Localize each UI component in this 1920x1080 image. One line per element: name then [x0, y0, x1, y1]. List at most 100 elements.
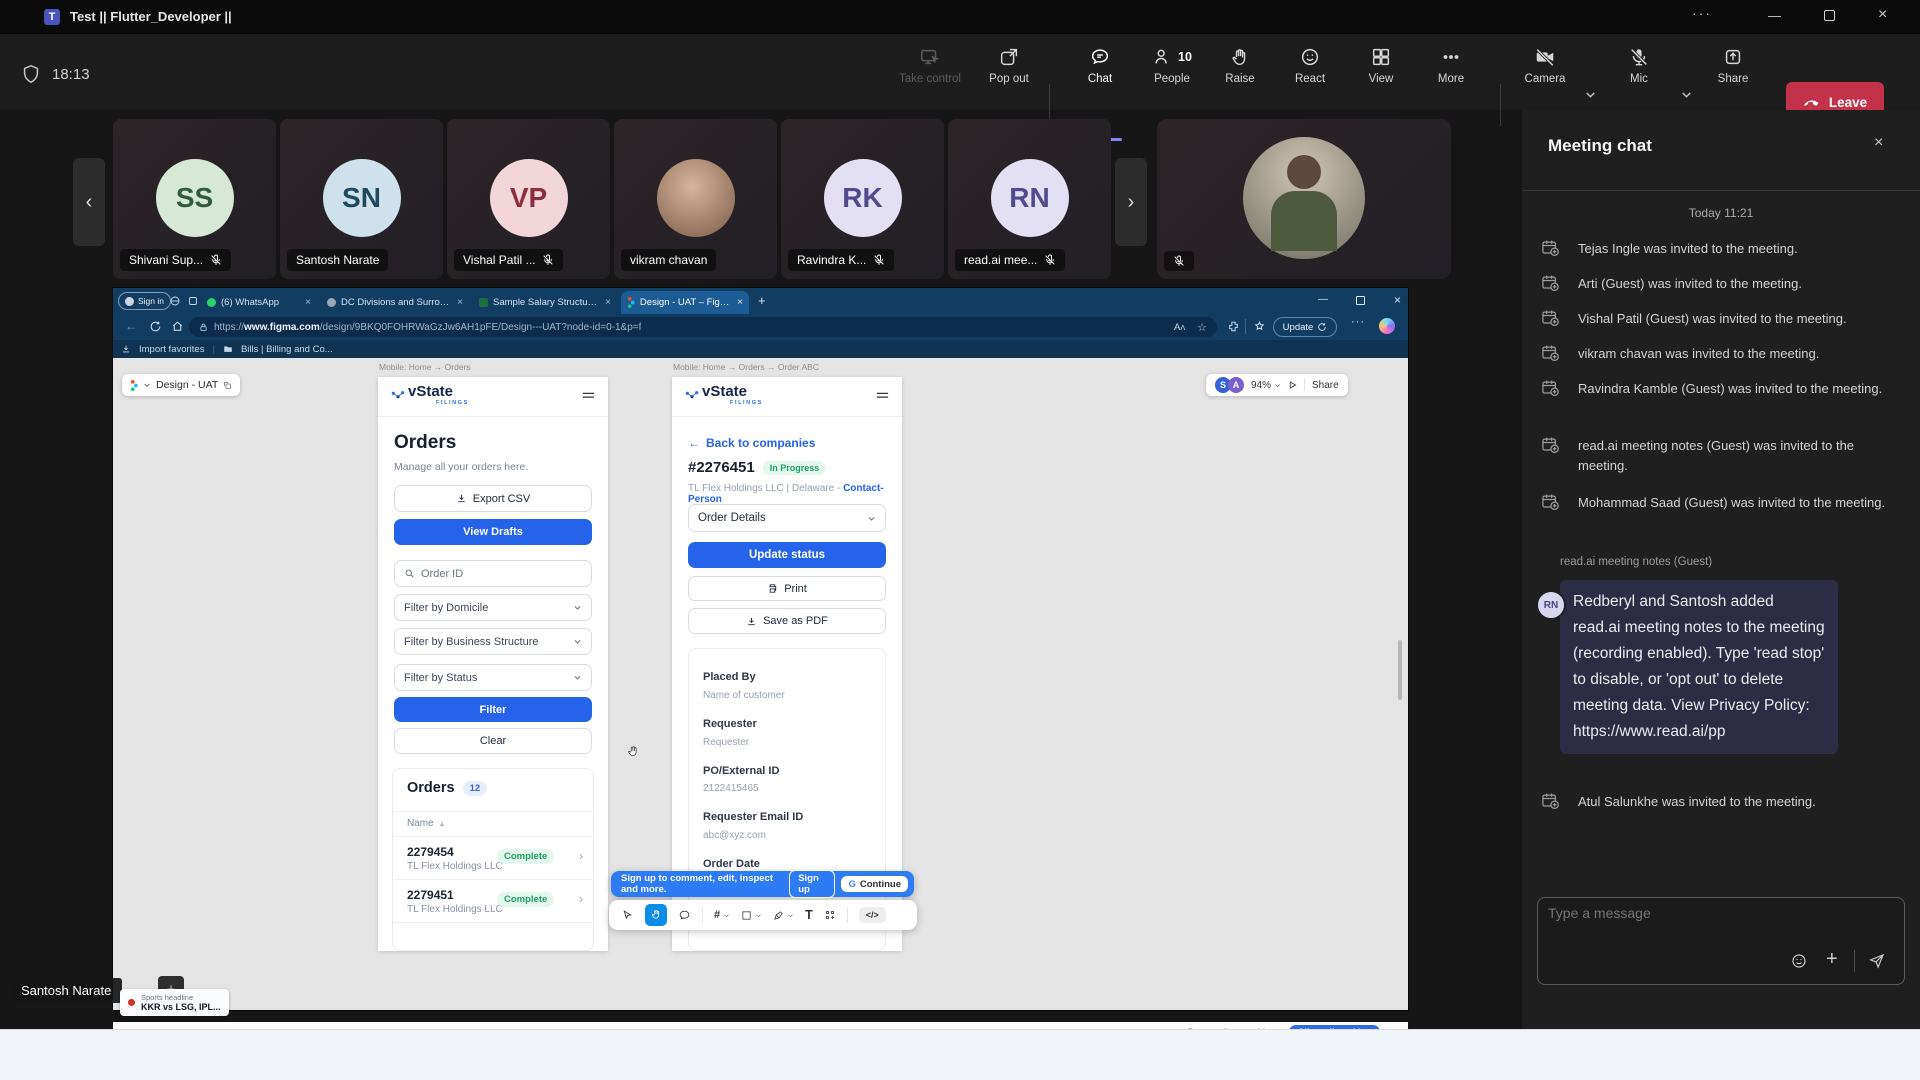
zoom-control[interactable]: 94%	[1251, 380, 1281, 391]
export-csv-button[interactable]: Export CSV	[394, 485, 592, 512]
comment-tool-icon[interactable]	[678, 909, 691, 922]
present-icon[interactable]	[1288, 380, 1297, 390]
address-bar[interactable]: https://www.figma.com/design/9BKQ0FOHRWa…	[189, 317, 1217, 337]
favorite-star-icon[interactable]: ☆	[1197, 321, 1207, 334]
browser-tab-salary-sheet[interactable]: Sample Salary Structure with calc ×	[473, 291, 617, 314]
view-button[interactable]: View	[1341, 46, 1421, 85]
browser-update-button[interactable]: Update	[1273, 317, 1337, 337]
tab-close-icon[interactable]: ×	[457, 297, 463, 308]
order-details-dropdown[interactable]: Order Details	[688, 504, 886, 532]
browser-tab-whatsapp[interactable]: (6) WhatsApp ×	[201, 291, 317, 314]
frame-breadcrumb[interactable]: Mobile: Home → Orders	[379, 362, 471, 372]
sports-headline-widget[interactable]: Sports headline KKR vs LSG, IPL...	[120, 989, 229, 1016]
design-frame-orders[interactable]: vState FILINGS Orders Manage all your or…	[378, 377, 608, 951]
tab-close-icon[interactable]: ×	[605, 297, 611, 308]
chat-message-bubble[interactable]: Redberyl and Santosh added read.ai meeti…	[1560, 580, 1838, 754]
duplicate-icon[interactable]	[223, 381, 232, 390]
text-tool-icon[interactable]: T	[805, 908, 813, 922]
column-header-name[interactable]: Name	[407, 818, 446, 829]
send-icon[interactable]	[1868, 952, 1886, 970]
browser-maximize-icon[interactable]	[1356, 296, 1365, 305]
home-icon[interactable]	[171, 320, 184, 333]
participant-tile[interactable]: vikram chavan	[614, 119, 777, 279]
more-button[interactable]: More	[1411, 46, 1491, 85]
participant-tile[interactable]: SN Santosh Narate	[280, 119, 443, 279]
close-button[interactable]: ×	[1878, 6, 1887, 24]
bookmark-import-favorites[interactable]: Import favorites	[139, 344, 204, 355]
share-button[interactable]: Share	[1693, 46, 1773, 85]
refresh-icon[interactable]	[149, 320, 162, 333]
bookmark-bills-folder[interactable]: Bills | Billing and Co...	[241, 344, 333, 355]
browser-menu-icon[interactable]: ···	[1351, 316, 1365, 328]
minimize-button[interactable]: —	[1768, 8, 1781, 23]
close-chat-icon[interactable]: ×	[1874, 134, 1883, 152]
mic-options-chevron-icon[interactable]	[1680, 88, 1693, 106]
move-tool-icon[interactable]	[621, 909, 634, 922]
figma-canvas[interactable]: Design - UAT S A 94% Share Mobile: Home …	[113, 358, 1408, 1010]
emoji-icon[interactable]	[1790, 952, 1808, 970]
raise-hand-button[interactable]: Raise	[1200, 46, 1280, 85]
participant-tile[interactable]: VP Vishal Patil ...	[447, 119, 610, 279]
tab-close-icon[interactable]: ×	[305, 297, 311, 308]
print-button[interactable]: Print	[688, 576, 886, 601]
frame-tool[interactable]: #	[714, 909, 730, 921]
clear-button[interactable]: Clear	[394, 728, 592, 754]
new-tab-button[interactable]: +	[758, 293, 766, 308]
browser-close-icon[interactable]: ×	[1394, 293, 1401, 307]
participant-tile[interactable]: RN read.ai mee...	[948, 119, 1111, 279]
titlebar-more-icon[interactable]: ···	[1692, 5, 1712, 21]
filter-domicile-dropdown[interactable]: Filter by Domicile	[394, 594, 592, 621]
mic-button[interactable]: Mic	[1606, 46, 1672, 85]
filter-status-dropdown[interactable]: Filter by Status	[394, 664, 592, 691]
browser-tab-figma-active[interactable]: Design - UAT – Figma ×	[621, 291, 749, 314]
save-as-pdf-button[interactable]: Save as PDF	[688, 608, 886, 634]
figma-file-chip[interactable]: Design - UAT	[122, 374, 240, 396]
order-id-search-input[interactable]: Order ID	[394, 560, 592, 587]
google-continue-button[interactable]: GContinue	[841, 876, 908, 892]
next-participants-button[interactable]: ›	[1115, 158, 1147, 246]
camera-options-chevron-icon[interactable]	[1584, 88, 1597, 106]
collaborator-avatar[interactable]: A	[1228, 377, 1244, 393]
view-drafts-button[interactable]: View Drafts	[394, 519, 592, 545]
tab-actions-icon[interactable]	[187, 295, 199, 307]
message-input[interactable]	[1546, 904, 1816, 922]
browser-sign-in-button[interactable]: Sign in	[118, 292, 171, 310]
chat-button[interactable]: Chat	[1060, 46, 1140, 85]
previous-participants-button[interactable]: ‹	[73, 158, 105, 246]
pop-out-button[interactable]: Pop out	[969, 46, 1049, 85]
shape-tool[interactable]	[741, 910, 762, 921]
back-to-companies-link[interactable]: ← Back to companies	[688, 436, 815, 450]
filter-button[interactable]: Filter	[394, 697, 592, 722]
browser-tab-dc-divisions[interactable]: DC Divisions and Surroundings ×	[321, 291, 469, 314]
workspaces-icon[interactable]	[169, 295, 181, 307]
hand-tool-active[interactable]	[645, 904, 667, 926]
camera-button[interactable]: Camera	[1512, 46, 1578, 85]
field-label: Requester	[703, 718, 757, 730]
participant-tile[interactable]: SS Shivani Sup...	[113, 119, 276, 279]
browser-minimize-icon[interactable]: —	[1318, 294, 1328, 305]
canvas-scrollbar[interactable]	[1398, 640, 1402, 700]
hamburger-menu-icon[interactable]	[875, 390, 890, 403]
pen-tool[interactable]	[773, 910, 794, 921]
favorites-bar-icon[interactable]	[1253, 320, 1266, 333]
spotlight-participant-tile[interactable]	[1157, 119, 1451, 279]
react-button[interactable]: React	[1270, 46, 1350, 85]
hamburger-menu-icon[interactable]	[581, 390, 596, 403]
participant-tile[interactable]: RK Ravindra K...	[781, 119, 944, 279]
filter-business-structure-dropdown[interactable]: Filter by Business Structure	[394, 628, 592, 655]
dev-mode-toggle[interactable]: </>	[859, 907, 886, 923]
actions-tool-icon[interactable]	[824, 909, 836, 921]
maximize-button[interactable]	[1824, 10, 1835, 21]
back-icon[interactable]: ←	[125, 319, 137, 333]
sign-up-button[interactable]: Sign up	[789, 870, 835, 898]
copilot-icon[interactable]	[1379, 318, 1395, 334]
attach-plus-icon[interactable]: +	[1826, 948, 1838, 971]
figma-share-button[interactable]: Share	[1312, 380, 1339, 391]
design-frame-order-detail[interactable]: vState FILINGS ← Back to companies #2276…	[672, 377, 902, 951]
update-status-button[interactable]: Update status	[688, 542, 886, 568]
extensions-icon[interactable]	[1227, 320, 1240, 333]
read-aloud-icon[interactable]: Aᐱ	[1174, 322, 1185, 333]
frame-breadcrumb[interactable]: Mobile: Home → Orders → Order ABC	[673, 362, 819, 372]
tab-close-icon[interactable]: ×	[737, 297, 743, 308]
meeting-chat-panel: Meeting chat × Today 11:21 Tejas Ingle w…	[1522, 110, 1920, 1029]
